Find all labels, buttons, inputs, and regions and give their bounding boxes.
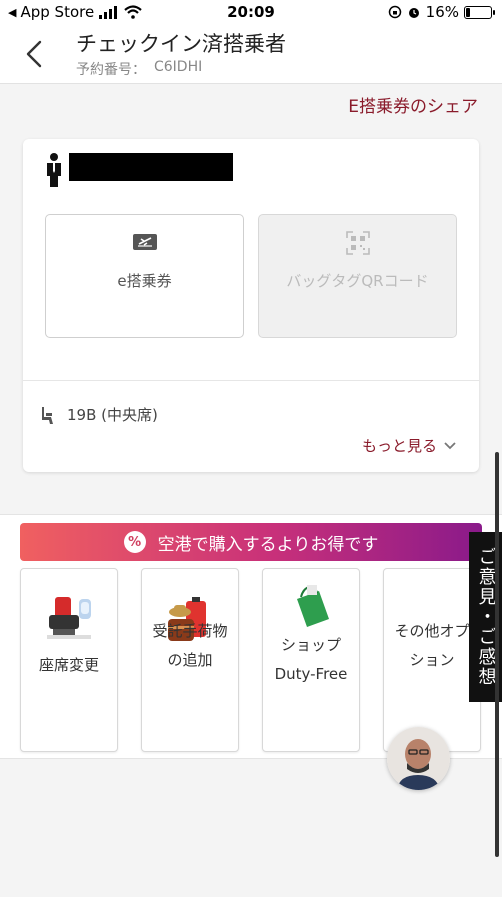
- qr-code-icon: [345, 231, 370, 255]
- booking-code: C6IDHI: [154, 59, 203, 75]
- assistant-avatar[interactable]: [387, 727, 450, 790]
- share-eticket-link[interactable]: E搭乗券のシェア: [348, 92, 478, 117]
- passenger-name-redacted: [69, 153, 233, 181]
- booking-reference: 予約番号： C6IDHI: [76, 59, 202, 79]
- promo-banner: % 空港で購入するよりお得です: [20, 523, 482, 561]
- service-checked-baggage[interactable]: 受託手荷物の追加: [141, 568, 239, 752]
- scrollbar[interactable]: [495, 452, 499, 857]
- page-title: チェックイン済搭乗者: [76, 32, 286, 56]
- service-other-options-label: その他オプション: [394, 622, 470, 669]
- service-duty-free-label: ショップDuty-Free: [274, 636, 348, 683]
- boarding-pass-icon: [132, 234, 157, 250]
- status-bar: ◀ App Store 20:09 16%: [0, 0, 502, 26]
- battery-percent: 16%: [425, 3, 459, 21]
- card-divider: [23, 380, 479, 381]
- eticket-tile[interactable]: e搭乗券: [45, 214, 244, 338]
- battery-level: [466, 7, 470, 17]
- show-more-label: もっと見る: [361, 437, 437, 455]
- seat-icon: [47, 597, 91, 639]
- show-more-link[interactable]: もっと見る: [362, 435, 457, 456]
- bag-tag-qr-tile: バッグタグQRコード: [258, 214, 457, 338]
- chevron-down-icon: [444, 441, 456, 449]
- shopping-bag-icon: [297, 585, 329, 627]
- header: チェックイン済搭乗者 予約番号： C6IDHI: [0, 26, 502, 84]
- promo-banner-text: 空港で購入するよりお得です: [157, 534, 379, 555]
- service-duty-free[interactable]: ショップDuty-Free: [262, 568, 360, 752]
- seat-info: 19B (中央席): [39, 404, 158, 425]
- seat-label: 19B (中央席): [67, 406, 158, 424]
- assistant-face-icon: [387, 727, 450, 790]
- service-other-options[interactable]: その他オプション: [383, 568, 481, 752]
- eticket-label: e搭乗券: [117, 272, 172, 290]
- rotation-lock-icon: [388, 5, 401, 19]
- back-button[interactable]: [20, 38, 50, 70]
- ancillary-promo-section: % 空港で購入するよりお得です 座席変更 受託手荷物の追加 ショップDuty-F…: [0, 514, 502, 759]
- bag-tag-qr-label: バッグタグQRコード: [286, 272, 429, 290]
- passenger-card: e搭乗券 バッグタグQRコード 19B (中央席) もっと見る: [23, 139, 479, 472]
- booking-label: 予約番号：: [76, 62, 146, 78]
- seat-icon: [42, 406, 53, 424]
- alarm-icon: [408, 8, 419, 18]
- chevron-left-icon: [26, 40, 42, 68]
- battery-icon: [464, 5, 495, 19]
- service-seat-change[interactable]: 座席変更: [20, 568, 118, 752]
- person-icon: [47, 153, 61, 187]
- discount-icon: %: [123, 531, 146, 553]
- service-seat-change-label: 座席変更: [38, 656, 99, 674]
- service-checked-baggage-label: 受託手荷物の追加: [152, 622, 228, 669]
